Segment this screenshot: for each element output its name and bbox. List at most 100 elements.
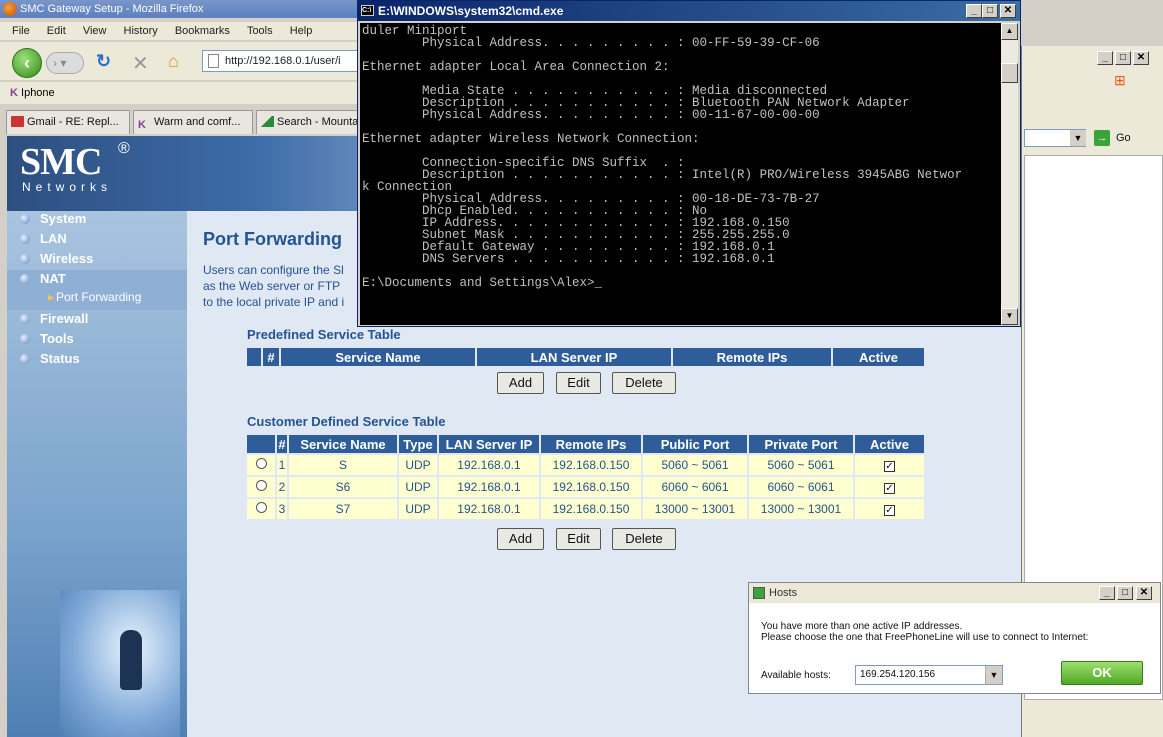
menu-history[interactable]: History	[124, 25, 158, 37]
table-row: 2 S6 UDP 192.168.0.1 192.168.0.150 6060 …	[247, 477, 924, 497]
cmd-title: E:\WINDOWS\system32\cmd.exe	[378, 4, 564, 18]
tab-gmail[interactable]: Gmail - RE: Repl...	[6, 110, 130, 134]
menu-edit[interactable]: Edit	[47, 25, 66, 37]
maximize-button[interactable]: □	[1115, 51, 1131, 65]
home-icon[interactable]: ⌂	[168, 51, 190, 73]
bookmark-icon: K	[10, 87, 18, 99]
tab-label: Gmail - RE: Repl...	[27, 116, 119, 128]
sidebar-label: Wireless	[40, 251, 94, 266]
cmd-line: Description . . . . . . . . . . . : Inte…	[362, 168, 963, 182]
customer-service-table: # Service Name Type LAN Server IP Remote…	[245, 433, 926, 521]
firefox-title: SMC Gateway Setup - Mozilla Firefox	[20, 3, 204, 15]
col-select	[247, 348, 261, 366]
bullet-icon	[20, 234, 30, 244]
menu-file[interactable]: File	[12, 25, 30, 37]
page-title: Port Forwarding	[203, 229, 342, 249]
hosts-label: Available hosts:	[761, 670, 831, 681]
sidebar-item-lan[interactable]: LAN	[20, 229, 67, 249]
cell-type: UDP	[399, 499, 437, 519]
menu-view[interactable]: View	[83, 25, 107, 37]
cell-active[interactable]: ✓	[855, 455, 924, 475]
sidebar-item-status[interactable]: Status	[20, 349, 80, 369]
active-checkbox[interactable]: ✓	[884, 483, 895, 494]
stop-icon[interactable]: ✕	[132, 51, 154, 75]
forward-button[interactable]: › ▾	[46, 52, 84, 74]
cell-lan-ip: 192.168.0.1	[439, 499, 539, 519]
sidebar-label: NAT	[40, 271, 66, 286]
scroll-up-icon[interactable]: ▲	[1001, 23, 1018, 40]
delete-button[interactable]: Delete	[612, 372, 676, 394]
bullet-icon	[20, 274, 30, 284]
cell-public-port: 5060 ~ 5061	[643, 455, 747, 475]
scroll-thumb[interactable]	[1001, 63, 1018, 83]
cmd-window: C:\ E:\WINDOWS\system32\cmd.exe _ □ ✕ du…	[357, 0, 1021, 327]
maximize-button[interactable]: □	[982, 4, 998, 18]
cmd-titlebar: C:\ E:\WINDOWS\system32\cmd.exe _ □ ✕	[358, 1, 1020, 21]
selected-host: 169.254.120.156	[860, 669, 936, 680]
sidebar-item-nat[interactable]: NAT	[20, 269, 66, 289]
cell-index: 2	[277, 477, 287, 497]
close-button[interactable]: ✕	[1136, 586, 1152, 600]
cell-private-port: 13000 ~ 13001	[749, 499, 853, 519]
smc-tagline: Networks	[22, 180, 113, 194]
cell-remote-ip: 192.168.0.150	[541, 499, 641, 519]
bookmark-iphone[interactable]: Iphone	[21, 87, 55, 99]
dropdown-arrow-icon[interactable]: ▼	[985, 666, 1002, 684]
ok-button[interactable]: OK	[1061, 661, 1143, 685]
person-figure	[120, 630, 142, 690]
tab-warm[interactable]: K Warm and comf...	[133, 110, 253, 134]
go-arrow-icon: →	[1094, 130, 1110, 146]
app-icon	[753, 587, 765, 599]
tab-search[interactable]: Search - Mounta	[256, 110, 360, 134]
go-button[interactable]: → Go	[1092, 128, 1132, 148]
active-checkbox[interactable]: ✓	[884, 505, 895, 516]
row-radio[interactable]	[247, 477, 275, 497]
sidebar-item-wireless[interactable]: Wireless	[20, 249, 93, 269]
cmd-icon: C:\	[361, 5, 374, 16]
page-icon	[208, 54, 219, 68]
sidebar-item-tools[interactable]: Tools	[20, 329, 74, 349]
edit-button[interactable]: Edit	[556, 528, 601, 550]
desc-line: to the local private IP and i	[203, 295, 345, 309]
minimize-button[interactable]: _	[966, 4, 982, 18]
cell-active[interactable]: ✓	[855, 477, 924, 497]
active-checkbox[interactable]: ✓	[884, 461, 895, 472]
cell-public-port: 13000 ~ 13001	[643, 499, 747, 519]
row-radio[interactable]	[247, 499, 275, 519]
scroll-down-icon[interactable]: ▼	[1001, 308, 1018, 325]
edit-button[interactable]: Edit	[556, 372, 601, 394]
close-button[interactable]: ✕	[1133, 51, 1149, 65]
close-button[interactable]: ✕	[1000, 4, 1016, 18]
cmd-output[interactable]: duler Miniport Physical Address. . . . .…	[360, 23, 1001, 325]
cmd-scrollbar[interactable]: ▲ ▼	[1001, 23, 1018, 325]
hosts-select[interactable]: 169.254.120.156 ▼	[855, 665, 1003, 685]
table-row: 3 S7 UDP 192.168.0.1 192.168.0.150 13000…	[247, 499, 924, 519]
minimize-button[interactable]: _	[1097, 51, 1113, 65]
sidebar-label: System	[40, 211, 87, 226]
add-button[interactable]: Add	[497, 372, 544, 394]
sidebar-item-system[interactable]: System	[20, 209, 86, 229]
go-label: Go	[1116, 132, 1131, 144]
cell-active[interactable]: ✓	[855, 499, 924, 519]
minimize-button[interactable]: _	[1099, 586, 1115, 600]
hosts-titlebar: Hosts _ □ ✕	[749, 583, 1160, 603]
back-button[interactable]: ‹	[12, 48, 42, 78]
predefined-service-table: # Service Name LAN Server IP Remote IPs …	[245, 346, 926, 368]
cmd-line: Physical Address. . . . . . . . . : 00-F…	[362, 36, 820, 50]
registered-mark: ®	[118, 140, 130, 157]
add-button[interactable]: Add	[497, 528, 544, 550]
tab-label: Warm and comf...	[154, 116, 241, 128]
reload-icon[interactable]: ↻	[96, 51, 118, 73]
menu-bookmarks[interactable]: Bookmarks	[175, 25, 230, 37]
subitem-label: Port Forwarding	[56, 290, 142, 304]
dropdown-arrow-icon[interactable]: ▼	[1070, 130, 1086, 146]
row-radio[interactable]	[247, 455, 275, 475]
menu-help[interactable]: Help	[290, 25, 313, 37]
maximize-button[interactable]: □	[1117, 586, 1133, 600]
menu-tools[interactable]: Tools	[247, 25, 273, 37]
url-bar[interactable]: http://192.168.0.1/user/i	[202, 50, 360, 72]
customer-table-title: Customer Defined Service Table	[247, 414, 446, 429]
sidebar-subitem-port-forwarding[interactable]: ▸ Port Forwarding	[48, 290, 141, 304]
sidebar-item-firewall[interactable]: Firewall	[20, 309, 88, 329]
delete-button[interactable]: Delete	[612, 528, 676, 550]
